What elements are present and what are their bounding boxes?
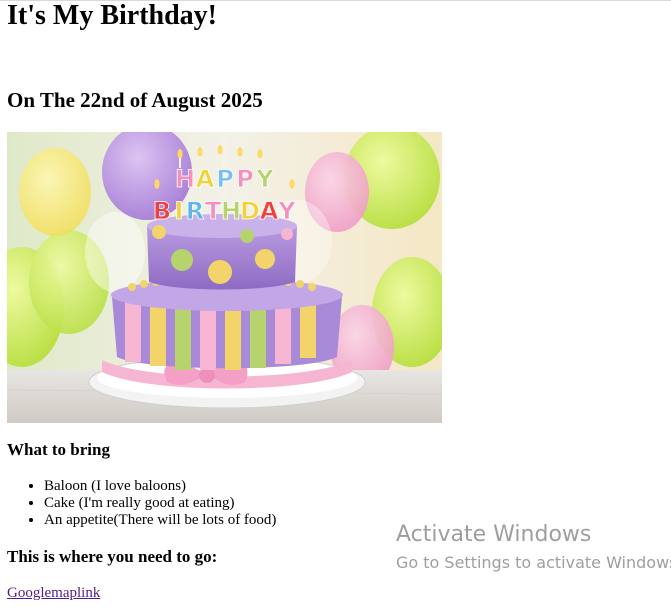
activate-windows-watermark: Activate Windows Go to Settings to activ… xyxy=(396,520,671,574)
birthday-cake-image: H A P P Y B I R T H D A Y xyxy=(7,132,442,423)
cake-letter-happy-5: Y xyxy=(255,165,274,193)
cake-letter-happy-3: P xyxy=(216,165,234,193)
bring-list: Baloon (I love baloons) Cake (I'm really… xyxy=(7,478,276,529)
watermark-title: Activate Windows xyxy=(396,522,592,547)
directions-heading: This is where you need to go: xyxy=(7,547,218,566)
svg-text:T: T xyxy=(205,197,222,225)
svg-text:R: R xyxy=(186,197,204,225)
page: It's My Birthday! On The 22nd of August … xyxy=(0,0,671,607)
svg-text:B: B xyxy=(153,197,171,225)
list-item: Baloon (I love baloons) xyxy=(44,478,276,495)
svg-text:H: H xyxy=(221,197,241,225)
date-heading: On The 22nd of August 2025 xyxy=(7,88,263,112)
cake-letter-happy-4: P xyxy=(236,165,254,193)
page-title: It's My Birthday! xyxy=(7,0,217,31)
bring-heading: What to bring xyxy=(7,440,110,459)
svg-text:D: D xyxy=(240,197,260,225)
svg-text:I: I xyxy=(175,197,184,225)
cake-letter-happy-2: A xyxy=(196,165,215,193)
cake-letter-happy-1: H xyxy=(175,165,195,193)
list-item: Cake (I'm really good at eating) xyxy=(44,495,276,512)
svg-text:Y: Y xyxy=(277,197,296,225)
watermark-subtitle: Go to Settings to activate Windows. xyxy=(396,553,671,572)
google-map-link[interactable]: Googlemaplink xyxy=(7,585,100,602)
svg-text:A: A xyxy=(260,197,279,225)
list-item: An appetite(There will be lots of food) xyxy=(44,512,276,529)
